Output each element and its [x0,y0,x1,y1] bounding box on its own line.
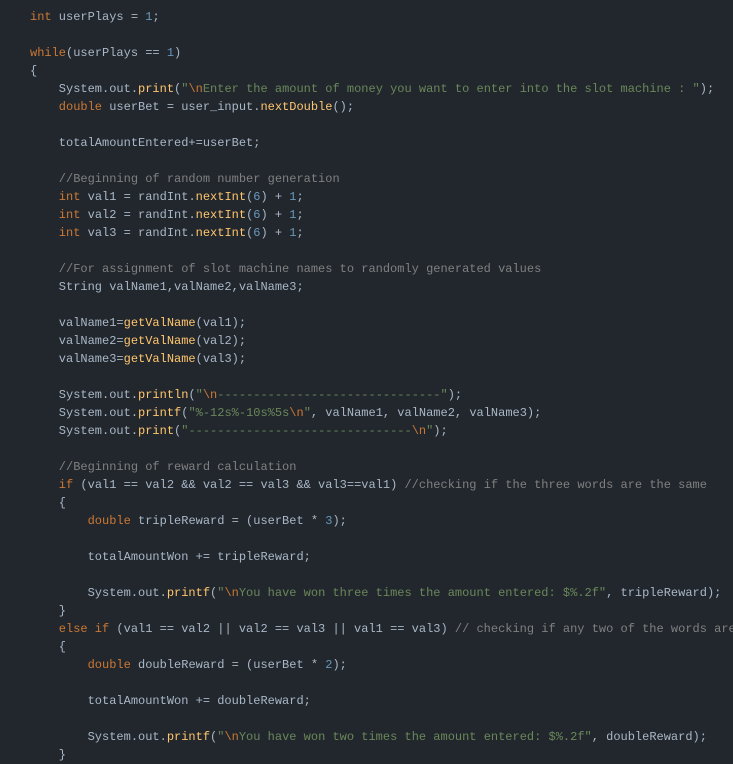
code-line: { [30,640,66,654]
code-line: } [30,748,66,762]
code-line: { [30,64,37,78]
code-line: valName3=getValName(val3); [30,352,246,366]
code-line: while(userPlays == 1) [30,46,181,60]
code-line: String valName1,valName2,valName3; [30,280,304,294]
code-line: } [30,604,66,618]
code-line: //Beginning of reward calculation [30,460,296,474]
code-line: System.out.print("\nEnter the amount of … [30,82,714,96]
code-line: if (val1 == val2 && val2 == val3 && val3… [30,478,707,492]
code-line: System.out.println("\n------------------… [30,388,462,402]
code-line: int val2 = randInt.nextInt(6) + 1; [30,208,304,222]
code-line: System.out.printf("%-12s%-10s%5s\n", val… [30,406,541,420]
code-line: int userPlays = 1; [30,10,160,24]
code-line: //Beginning of random number generation [30,172,340,186]
code-line: System.out.print("----------------------… [30,424,448,438]
code-line: System.out.printf("\nYou have won three … [30,586,721,600]
code-line: { [30,496,66,510]
code-line: double tripleReward = (userBet * 3); [30,514,347,528]
code-editor[interactable]: int userPlays = 1; while(userPlays == 1)… [30,8,733,764]
code-line: int val3 = randInt.nextInt(6) + 1; [30,226,304,240]
code-line: double doubleReward = (userBet * 2); [30,658,347,672]
code-line: totalAmountWon += doubleReward; [30,694,311,708]
code-line: int val1 = randInt.nextInt(6) + 1; [30,190,304,204]
code-line: System.out.printf("\nYou have won two ti… [30,730,707,744]
code-line: totalAmountEntered+=userBet; [30,136,260,150]
code-line: totalAmountWon += tripleReward; [30,550,311,564]
code-line: else if (val1 == val2 || val2 == val3 ||… [30,622,733,636]
code-line: valName1=getValName(val1); [30,316,246,330]
code-line: valName2=getValName(val2); [30,334,246,348]
code-line: //For assignment of slot machine names t… [30,262,541,276]
code-line: double userBet = user_input.nextDouble()… [30,100,354,114]
